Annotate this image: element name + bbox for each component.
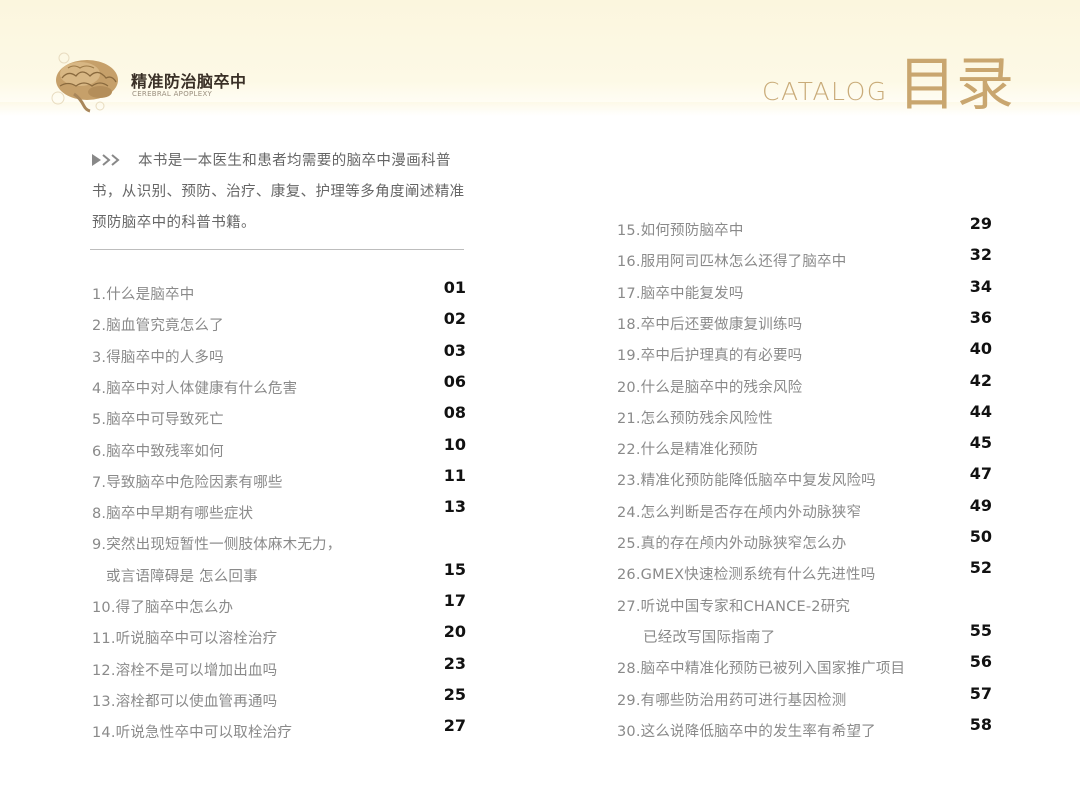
toc-entry-title[interactable]: 21.怎么预防残余风险性 [617, 407, 773, 428]
toc-entry-page: 55 [969, 620, 992, 640]
toc-entry-page: 47 [969, 464, 992, 484]
toc-entry-title[interactable]: 25.真的存在颅内外动脉狭窄怎么办 [617, 532, 846, 553]
toc-entry-title-continued[interactable]: 已经改写国际指南了 [643, 626, 775, 647]
toc-entry-page: 57 [969, 683, 992, 703]
toc-entry-page: 08 [443, 403, 466, 423]
toc-entry-page: 20 [443, 622, 466, 642]
toc-entry-title[interactable]: 30.这么说降低脑卒中的发生率有希望了 [617, 720, 876, 741]
toc-entry-page: 56 [969, 652, 992, 672]
toc-entry-title[interactable]: 4.脑卒中对人体健康有什么危害 [92, 377, 297, 398]
toc-entry-title[interactable]: 9.突然出现短暂性一侧肢体麻木无力， [92, 533, 341, 554]
toc-entry-page: 45 [969, 433, 992, 453]
toc-entry-page: 58 [969, 714, 992, 734]
toc-entry-page: 49 [969, 495, 992, 515]
intro-paragraph: 本书是一本医生和患者均需要的脑卒中漫画科普书，从识别、预防、治疗、康复、护理等多… [92, 153, 465, 231]
toc-entry-title[interactable]: 6.脑卒中致残率如何 [92, 440, 224, 461]
toc-entry-title[interactable]: 26.GMEX快速检测系统有什么先进性吗 [617, 563, 875, 584]
toc-entry-page: 27 [443, 716, 466, 736]
toc-entry-page: 32 [969, 245, 992, 265]
toc-entry-title[interactable]: 14.听说急性卒中可以取栓治疗 [92, 721, 292, 742]
toc-entry-page: 36 [969, 307, 992, 327]
toc-entry-title[interactable]: 19.卒中后护理真的有必要吗 [617, 344, 802, 365]
toc-entry-page: 15 [443, 559, 466, 579]
toc-entry-title[interactable]: 2.脑血管究竟怎么了 [92, 314, 224, 335]
toc-entry-title[interactable]: 24.怎么判断是否存在颅内外动脉狭窄 [617, 501, 861, 522]
toc-entry-title[interactable]: 22.什么是精准化预防 [617, 438, 758, 459]
toc-entry-title[interactable]: 17.脑卒中能复发吗 [617, 282, 744, 303]
toc-entry-title[interactable]: 3.得脑卒中的人多吗 [92, 346, 224, 367]
toc-entry-page: 01 [443, 278, 466, 297]
toc-entry-page: 44 [969, 401, 992, 421]
toc-entry-title[interactable]: 11.听说脑卒中可以溶栓治疗 [92, 627, 277, 648]
toc-entry-title[interactable]: 12.溶栓不是可以增加出血吗 [92, 659, 277, 680]
toc-entry-title[interactable]: 8.脑卒中早期有哪些症状 [92, 502, 253, 523]
toc-entry-page: 06 [443, 371, 466, 391]
toc-entry-page: 25 [443, 684, 466, 704]
toc-entry-title[interactable]: 23.精准化预防能降低脑卒中复发风险吗 [617, 469, 876, 490]
toc-entry-title[interactable]: 29.有哪些防治用药可进行基因检测 [617, 689, 846, 710]
catalog-title: 目录 [898, 50, 1015, 118]
toc-entry-title[interactable]: 16.服用阿司匹林怎么还得了脑卒中 [617, 250, 846, 271]
toc-entry-page: 03 [443, 340, 466, 360]
toc-entry-title[interactable]: 20.什么是脑卒中的残余风险 [617, 376, 802, 397]
toc-entry-page: 17 [443, 591, 466, 610]
toc-entry-title[interactable]: 28.脑卒中精准化预防已被列入国家推广项目 [617, 657, 905, 678]
toc-entry-page: 42 [969, 370, 992, 390]
brand-title: 精准防治脑卒中 [131, 72, 247, 91]
toc-entry-page: 52 [969, 558, 992, 578]
toc-entry-page: 29 [969, 214, 992, 233]
toc-entry-page: 34 [969, 276, 992, 296]
toc-entry-page: 02 [443, 309, 466, 329]
toc-entry-title[interactable]: 18.卒中后还要做康复训练吗 [617, 313, 802, 334]
toc-entry-title[interactable]: 1.什么是脑卒中 [92, 283, 194, 304]
toc-entry-title[interactable]: 7.导致脑卒中危险因素有哪些 [92, 471, 283, 492]
toc-entry-title[interactable]: 15.如何预防脑卒中 [617, 219, 744, 240]
toc-entry-title[interactable]: 5.脑卒中可导致死亡 [92, 408, 224, 429]
toc-entry-page: 23 [443, 653, 466, 673]
toc-entry-page: 40 [969, 339, 992, 359]
toc-entry-page: 13 [443, 497, 466, 517]
brand-subtitle: CEREBRAL APOPLEXY [132, 90, 213, 98]
catalog-label: CATALOG [762, 77, 888, 106]
toc-entry-page: 10 [443, 434, 466, 454]
brain-icon [51, 52, 118, 113]
divider [90, 249, 464, 250]
toc-entry-title[interactable]: 27.听说中国专家和CHANCE-2研究 [617, 595, 850, 616]
toc-entry-page: 50 [969, 527, 992, 546]
toc-entry-title[interactable]: 13.溶栓都可以使血管再通吗 [92, 690, 277, 711]
toc-entry-title-continued[interactable]: 或言语障碍是 怎么回事 [106, 565, 258, 586]
toc-entry-page: 11 [443, 465, 466, 485]
toc-entry-title[interactable]: 10.得了脑卒中怎么办 [92, 596, 233, 617]
